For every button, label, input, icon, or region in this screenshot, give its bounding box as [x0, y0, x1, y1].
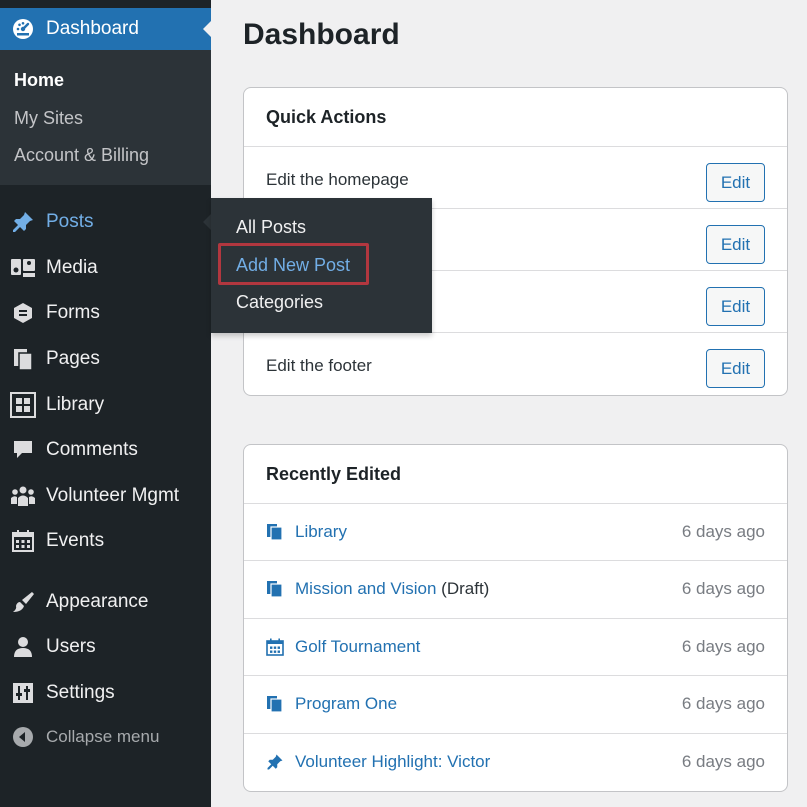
sidebar-item-label: Settings [46, 682, 115, 703]
library-icon [0, 392, 46, 418]
sidebar-item-label: Users [46, 636, 96, 657]
recent-item-link[interactable]: Golf Tournament [295, 637, 420, 657]
calendar-icon [0, 529, 46, 553]
flyout-arrow [203, 214, 211, 230]
sidebar-item-events[interactable]: Events [0, 521, 211, 561]
flyout-item-categories[interactable]: Categories [236, 292, 323, 313]
recent-item-link[interactable]: Library [295, 522, 347, 542]
sidebar-item-label: Volunteer Mgmt [46, 485, 180, 506]
sidebar-item-pages[interactable]: Pages [0, 339, 211, 379]
sidebar-item-label: Dashboard [46, 18, 139, 39]
sidebar-item-label: Comments [46, 439, 138, 460]
recent-item-link[interactable]: Program One [295, 694, 397, 714]
sidebar-item-dashboard[interactable]: Dashboard [0, 8, 211, 50]
recently-edited-card: Recently Edited Library 6 days ago Missi… [243, 444, 788, 792]
quick-action-text: Edit the homepage [266, 170, 409, 189]
list-item: Mission and Vision (Draft) 6 days ago [244, 561, 787, 619]
sidebar-item-volunteer-mgmt[interactable]: Volunteer Mgmt [0, 476, 211, 516]
recent-item-time: 6 days ago [681, 751, 765, 771]
edit-button[interactable]: Edit [706, 349, 765, 388]
comments-icon [0, 438, 46, 462]
page-title: Dashboard [243, 18, 400, 51]
sidebar-item-comments[interactable]: Comments [0, 430, 211, 470]
pin-icon [0, 210, 46, 234]
collapse-icon [0, 726, 46, 748]
page-icon [266, 580, 284, 598]
sidebar-item-label: Library [46, 394, 105, 415]
sidebar-item-library[interactable]: Library [0, 385, 211, 425]
main-content: Dashboard Quick Actions Edit the homepag… [211, 0, 807, 807]
page-icon [266, 523, 284, 541]
dashboard-icon [0, 17, 46, 41]
sidebar-item-label: Events [46, 530, 105, 551]
edit-button[interactable]: Edit [706, 225, 765, 264]
page-icon [266, 695, 284, 713]
recent-item-time: 6 days ago [681, 636, 765, 656]
recent-item-link[interactable]: Mission and Vision (Draft) [295, 579, 489, 599]
collapse-menu-button[interactable]: Collapse menu [0, 717, 211, 757]
groups-icon [0, 484, 46, 508]
submenu-item-home[interactable]: Home [14, 70, 64, 91]
recent-item-time: 6 days ago [681, 694, 765, 714]
users-icon [0, 635, 46, 659]
highlight-box [218, 243, 369, 285]
list-item: Program One 6 days ago [244, 676, 787, 734]
submenu-item-my-sites[interactable]: My Sites [14, 108, 83, 129]
list-item: Volunteer Highlight: Victor 6 days ago [244, 734, 787, 791]
sidebar-item-label: Pages [46, 348, 100, 369]
sidebar-item-label: Appearance [46, 591, 149, 612]
settings-icon [0, 681, 46, 705]
current-menu-arrow [203, 21, 211, 37]
dashboard-submenu: Home My Sites Account & Billing [0, 50, 211, 185]
card-heading: Quick Actions [244, 88, 787, 147]
sidebar-item-label: Posts [46, 211, 94, 232]
admin-sidebar: Dashboard Home My Sites Account & Billin… [0, 0, 211, 807]
sidebar-item-posts[interactable]: Posts [0, 202, 211, 242]
list-item: Golf Tournament 6 days ago [244, 619, 787, 677]
flyout-item-all-posts[interactable]: All Posts [236, 217, 306, 238]
recent-item-time: 6 days ago [681, 522, 765, 541]
sidebar-item-label: Media [46, 257, 98, 278]
quick-action-text: Edit the footer [266, 356, 372, 375]
sidebar-item-label: Collapse menu [46, 727, 160, 746]
media-icon [0, 256, 46, 280]
edit-button[interactable]: Edit [706, 163, 765, 202]
pages-icon [0, 347, 46, 371]
sidebar-item-settings[interactable]: Settings [0, 673, 211, 713]
brush-icon [0, 590, 46, 614]
recent-item-link[interactable]: Volunteer Highlight: Victor [295, 752, 490, 772]
sidebar-item-forms[interactable]: Forms [0, 293, 211, 333]
posts-flyout-menu: All Posts Add New Post Categories [211, 198, 432, 333]
sidebar-item-users[interactable]: Users [0, 627, 211, 667]
sidebar-item-appearance[interactable]: Appearance [0, 582, 211, 622]
sidebar-item-label: Forms [46, 302, 100, 323]
sidebar-item-media[interactable]: Media [0, 248, 211, 288]
forms-icon [0, 301, 46, 325]
calendar-icon [266, 638, 284, 656]
list-item: Library 6 days ago [244, 504, 787, 562]
recent-item-time: 6 days ago [681, 579, 765, 599]
edit-button[interactable]: Edit [706, 287, 765, 326]
submenu-item-account-billing[interactable]: Account & Billing [14, 145, 149, 166]
list-item: Edit the footer Edit [244, 333, 787, 395]
card-heading: Recently Edited [244, 445, 787, 504]
pin-icon [266, 753, 284, 771]
